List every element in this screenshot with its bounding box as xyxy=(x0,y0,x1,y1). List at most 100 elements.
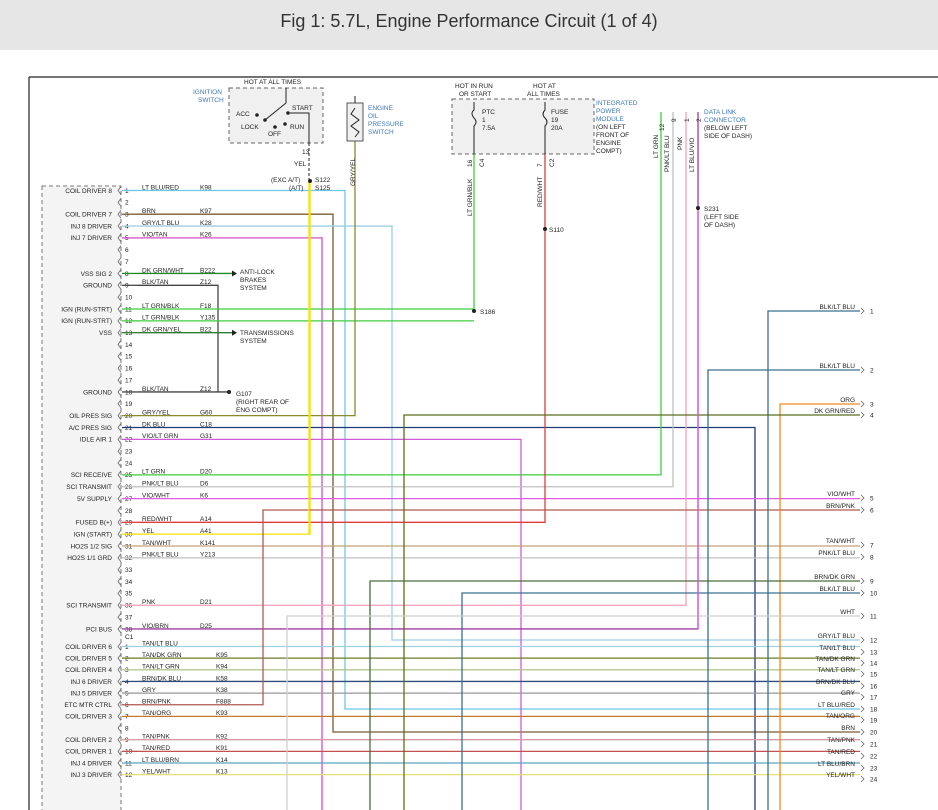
ipm-label-2: POWER xyxy=(596,108,621,115)
harness-bracket xyxy=(860,589,865,597)
wire-z12-a xyxy=(138,284,219,392)
harness-wire-label: WHT xyxy=(840,609,855,616)
ipm-fuse-2: 19 xyxy=(551,117,559,124)
ipm-hot-1a: HOT IN RUN xyxy=(455,83,493,90)
c1-pin-description: INJ 6 DRIVER xyxy=(70,679,112,686)
anti-lock-label-2: BRAKES xyxy=(240,277,267,284)
c1-pin-description: INJ 3 DRIVER xyxy=(70,772,112,779)
c1-pin-description: ETC MTR CTRL xyxy=(64,702,112,709)
wire-d21 xyxy=(138,112,687,606)
ipm-label-3: MODULE xyxy=(596,116,624,123)
harness-pin-number: 1 xyxy=(870,308,874,315)
harness-wire-label: TAN/ORG xyxy=(826,713,855,720)
dlc-pin-3: 1 xyxy=(684,118,691,122)
pcm-pin-number: 3 xyxy=(125,212,129,219)
ignition-note-1: (EXC A/T) xyxy=(271,177,300,184)
pcm-pin-number: 31 xyxy=(125,543,133,550)
arrow-transmission xyxy=(232,329,237,336)
c1-pin-description: COIL DRIVER 3 xyxy=(65,714,112,721)
harness-wire-label: BRN xyxy=(841,725,855,732)
harness-pin-number: 16 xyxy=(870,683,878,690)
anti-lock-label-3: SYSTEM xyxy=(240,285,267,292)
pcm-pin-number: 19 xyxy=(125,401,133,408)
c1-pin-number: 4 xyxy=(125,679,129,686)
pcm-pin-description: VSS SIG 2 xyxy=(81,271,113,278)
wire-d20 xyxy=(138,112,662,476)
harness-bracket xyxy=(860,307,865,315)
harness-pin-number: 19 xyxy=(870,717,878,724)
ignition-switch-label-2: SWITCH xyxy=(198,97,224,104)
harness-pin-number: 23 xyxy=(870,765,878,772)
harness-wire-label: TAN/WHT xyxy=(826,538,855,545)
c1-pin-description: INJ 4 DRIVER xyxy=(70,760,112,767)
ground-note-1: (RIGHT REAR OF xyxy=(236,399,289,406)
oil-switch-label-3: PRESSURE xyxy=(368,121,404,128)
pcm-pin-number: 37 xyxy=(125,614,133,621)
pcm-pin-description: SCI TRANSMIT xyxy=(66,484,112,491)
ipm-label-4: (ON LEFT xyxy=(596,124,626,131)
pcm-pin-description: COIL DRIVER 8 xyxy=(65,188,112,195)
splice-s110-label: S110 xyxy=(549,227,564,234)
harness-wire-label: PNK/LT BLU xyxy=(818,550,855,557)
pcm-pin-number: 26 xyxy=(125,484,133,491)
harness-wire-label: TAN/PNK xyxy=(827,737,855,744)
wire-d25 xyxy=(138,112,699,630)
pcm-pin-description: HO2S 1/2 SIG xyxy=(70,543,112,550)
pcm-pin-description: IGN (RUN-STRT) xyxy=(61,306,112,313)
harness-pin-number: 13 xyxy=(870,649,878,656)
harness-pin-number: 9 xyxy=(870,578,874,585)
pcm-pin-description: GROUND xyxy=(83,389,112,396)
pcm-pin-number: 35 xyxy=(125,591,133,598)
pcm-pin-number: 15 xyxy=(125,354,133,361)
switch-run-label: RUN xyxy=(290,124,304,131)
c1-pin-number: 6 xyxy=(125,702,129,709)
pcm-pin-description: FUSED B(+) xyxy=(76,520,112,527)
c1-pin-number: 5 xyxy=(125,690,129,697)
pcm-pin-number: 36 xyxy=(125,603,133,610)
harness-pin-number: 4 xyxy=(870,412,874,419)
dlc-label-2: CONNECTOR xyxy=(704,117,746,124)
ignition-hot-label: HOT AT ALL TIMES xyxy=(244,79,302,86)
harness-bracket xyxy=(860,752,865,760)
c1-pin-description: COIL DRIVER 4 xyxy=(65,667,112,674)
harness-pin-number: 12 xyxy=(870,637,878,644)
wire-g31 xyxy=(138,438,522,810)
transmission-label-1: TRANSMISSIONS xyxy=(240,330,294,337)
harness-wire-label: BRN/PNK xyxy=(826,503,856,510)
ground-g107-point xyxy=(227,389,231,394)
harness-wire-label: DK GRN/RED xyxy=(814,408,855,415)
splice-s125-label: S125 xyxy=(315,185,331,192)
switch-contact-acc xyxy=(255,113,259,117)
pcm-pin-number: 38 xyxy=(125,626,133,633)
dlc-label-3: (BELOW LEFT xyxy=(704,125,747,132)
harness-pin-number: 17 xyxy=(870,694,878,701)
pcm-pin-number: 10 xyxy=(125,294,133,301)
wire-f888 xyxy=(138,509,860,706)
switch-contact-start xyxy=(286,111,290,115)
harness-bracket xyxy=(860,670,865,678)
pcm-pin-number: 22 xyxy=(125,437,133,444)
pcm-pin-number: 6 xyxy=(125,247,129,254)
ipm-label-5: FRONT OF xyxy=(596,132,629,139)
harness-bracket xyxy=(860,553,865,561)
harness-bracket xyxy=(860,693,865,701)
pcm-pin-number: 17 xyxy=(125,377,133,384)
pcm-pin-description: IGN (RUN-STRT) xyxy=(61,318,112,325)
ipm-label-7: COMPT) xyxy=(596,148,622,155)
ground-note-2: ENG COMPT) xyxy=(236,407,278,414)
pcm-pin-number: 13 xyxy=(125,330,133,337)
oil-pressure-switch: ENGINE OIL PRESSURE SWITCH GRY/YEL xyxy=(346,96,404,186)
pcm-pin-number: 20 xyxy=(125,413,133,420)
ipm-box xyxy=(451,98,595,155)
harness-pin-number: 6 xyxy=(870,507,874,514)
pcm-pin-description: PCI BUS xyxy=(86,626,113,633)
ipm-conn-b: C2 xyxy=(549,158,556,167)
pcm-pin-number: 23 xyxy=(125,449,133,456)
harness-bracket xyxy=(860,411,865,419)
harness-pin-number: 5 xyxy=(870,495,874,502)
pcm-pin-number: 14 xyxy=(125,342,133,349)
ipm-ptc-1: PTC xyxy=(482,109,495,116)
pcm-pin-number: 2 xyxy=(125,200,129,207)
harness-wire-label: GRY/LT BLU xyxy=(818,633,856,640)
pcm-pin-number: 27 xyxy=(125,496,133,503)
